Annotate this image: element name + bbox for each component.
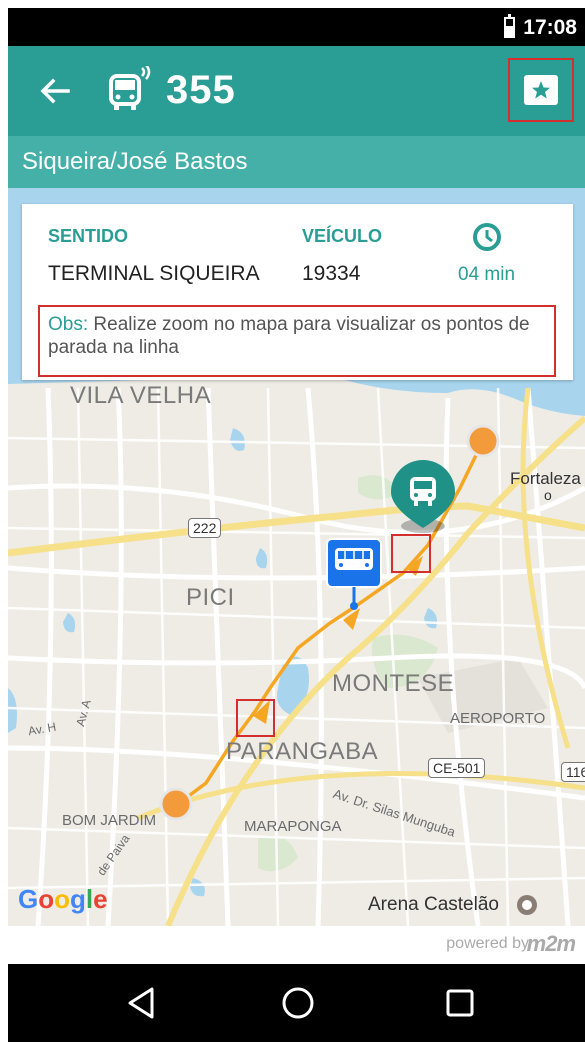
clock-icon <box>473 223 501 251</box>
status-time: 17:08 <box>523 16 577 39</box>
direction-value: TERMINAL SIQUEIRA <box>48 262 260 285</box>
powered-by-bar: powered by m2m <box>8 926 585 964</box>
route-shield-ce501: CE-501 <box>428 758 486 778</box>
map-label-parangaba: PARANGABA <box>226 738 379 765</box>
map-label-bom-jardim: BOM JARDIM <box>62 812 157 829</box>
direction-label: SENTIDO <box>48 226 129 246</box>
obs-note: Obs: Realize zoom no mapa para visualiza… <box>38 305 556 377</box>
arrow-left-icon[interactable] <box>38 74 72 108</box>
map-label-aeroporto: AEROPORTO <box>450 710 546 727</box>
powered-by-text: powered by <box>446 935 529 952</box>
favorite-button[interactable] <box>508 58 574 122</box>
vehicle-label: VEÍCULO <box>302 226 383 246</box>
app-screen: 17:08 355 Siqueira/José Bastos VILA VELH… <box>8 0 585 1042</box>
map-label-arena: Arena Castelão <box>368 894 499 915</box>
info-card: SENTIDO VEÍCULO TERMINAL SIQUEIRA 19334 … <box>22 204 573 380</box>
vehicle-value: 19334 <box>302 262 361 285</box>
route-shield-116: 116 <box>561 762 585 782</box>
bus-signal-icon <box>109 66 151 110</box>
route-bar: Siqueira/José Bastos <box>8 136 585 188</box>
map-label-pici: PICI <box>186 584 235 611</box>
star-icon <box>524 75 558 105</box>
triangle-back-icon[interactable] <box>122 983 162 1023</box>
line-number: 355 <box>166 68 236 112</box>
obs-text: Realize zoom no mapa para visualizar os … <box>48 314 530 358</box>
app-bar: 355 <box>8 46 585 136</box>
map-label-maraponga: MARAPONGA <box>244 818 342 835</box>
google-logo: Google <box>18 884 108 914</box>
arrival-time: 04 min <box>458 264 516 285</box>
city-dot-icon: o <box>544 487 552 503</box>
circle-home-icon[interactable] <box>278 983 318 1023</box>
map-label-montese: MONTESE <box>332 670 455 697</box>
obs-label: Obs: <box>48 314 89 335</box>
battery-icon <box>504 14 515 38</box>
route-name: Siqueira/José Bastos <box>22 148 248 175</box>
route-shield-222: 222 <box>188 518 222 538</box>
system-nav-bar <box>8 964 585 1042</box>
map-label-fortaleza: Fortaleza <box>510 469 581 488</box>
square-recent-icon[interactable] <box>440 983 480 1023</box>
status-bar: 17:08 <box>8 8 585 46</box>
m2m-logo: m2m <box>526 931 576 956</box>
map-label-vila-velha: VILA VELHA <box>70 382 212 409</box>
